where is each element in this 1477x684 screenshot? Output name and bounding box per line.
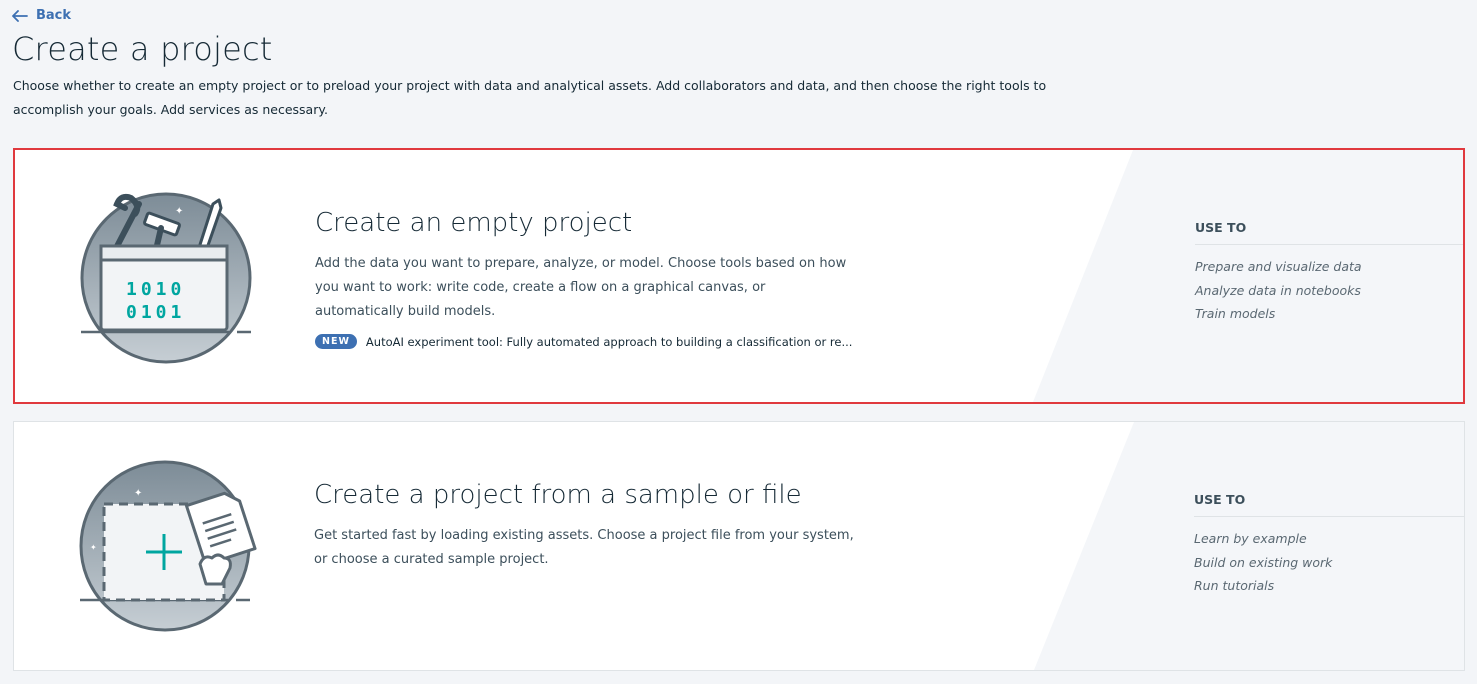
- use-to-item: Run tutorials: [1194, 578, 1275, 593]
- use-to-panel: USE TO Prepare and visualize data Analyz…: [1195, 220, 1463, 326]
- new-feature-row: NEW AutoAI experiment tool: Fully automa…: [315, 334, 855, 349]
- file-drop-icon: ✦ ✦: [78, 460, 268, 640]
- back-link[interactable]: Back: [12, 8, 71, 23]
- use-to-item: Learn by example: [1194, 531, 1307, 546]
- arrow-left-icon: [12, 9, 28, 22]
- tools-toolbox-icon: ✦ 1010 0101: [79, 188, 269, 368]
- empty-project-card[interactable]: ✦ 1010 0101 Create an empty project Add …: [13, 148, 1465, 404]
- use-to-panel: USE TO Learn by example Build on existin…: [1194, 492, 1464, 598]
- back-label: Back: [36, 8, 72, 23]
- svg-text:✦: ✦: [134, 488, 142, 499]
- illustration-binary-1: 1010: [126, 279, 185, 300]
- card-title: Create a project from a sample or file: [314, 480, 802, 510]
- svg-text:✦: ✦: [90, 543, 97, 552]
- card-description: Add the data you want to prepare, analyz…: [315, 256, 847, 319]
- use-to-item: Build on existing work: [1194, 554, 1333, 570]
- new-feature-text: AutoAI experiment tool: Fully automated …: [365, 334, 853, 349]
- use-to-item: Analyze data in notebooks: [1195, 282, 1361, 298]
- use-to-heading: USE TO: [1195, 220, 1463, 245]
- card-title: Create an empty project: [315, 208, 633, 238]
- use-to-item: Prepare and visualize data: [1195, 259, 1362, 274]
- page-description: Choose whether to create an empty projec…: [13, 78, 1047, 117]
- svg-text:✦: ✦: [175, 206, 183, 217]
- illustration-binary-2: 0101: [126, 302, 185, 323]
- sample-project-card[interactable]: ✦ ✦ Create a project from a sample or fi…: [13, 421, 1465, 671]
- use-to-heading: USE TO: [1194, 492, 1464, 517]
- card-description: Get started fast by loading existing ass…: [314, 528, 854, 567]
- page-title: Create a project: [12, 30, 273, 68]
- new-badge: NEW: [315, 334, 357, 349]
- use-to-item: Train models: [1195, 306, 1276, 321]
